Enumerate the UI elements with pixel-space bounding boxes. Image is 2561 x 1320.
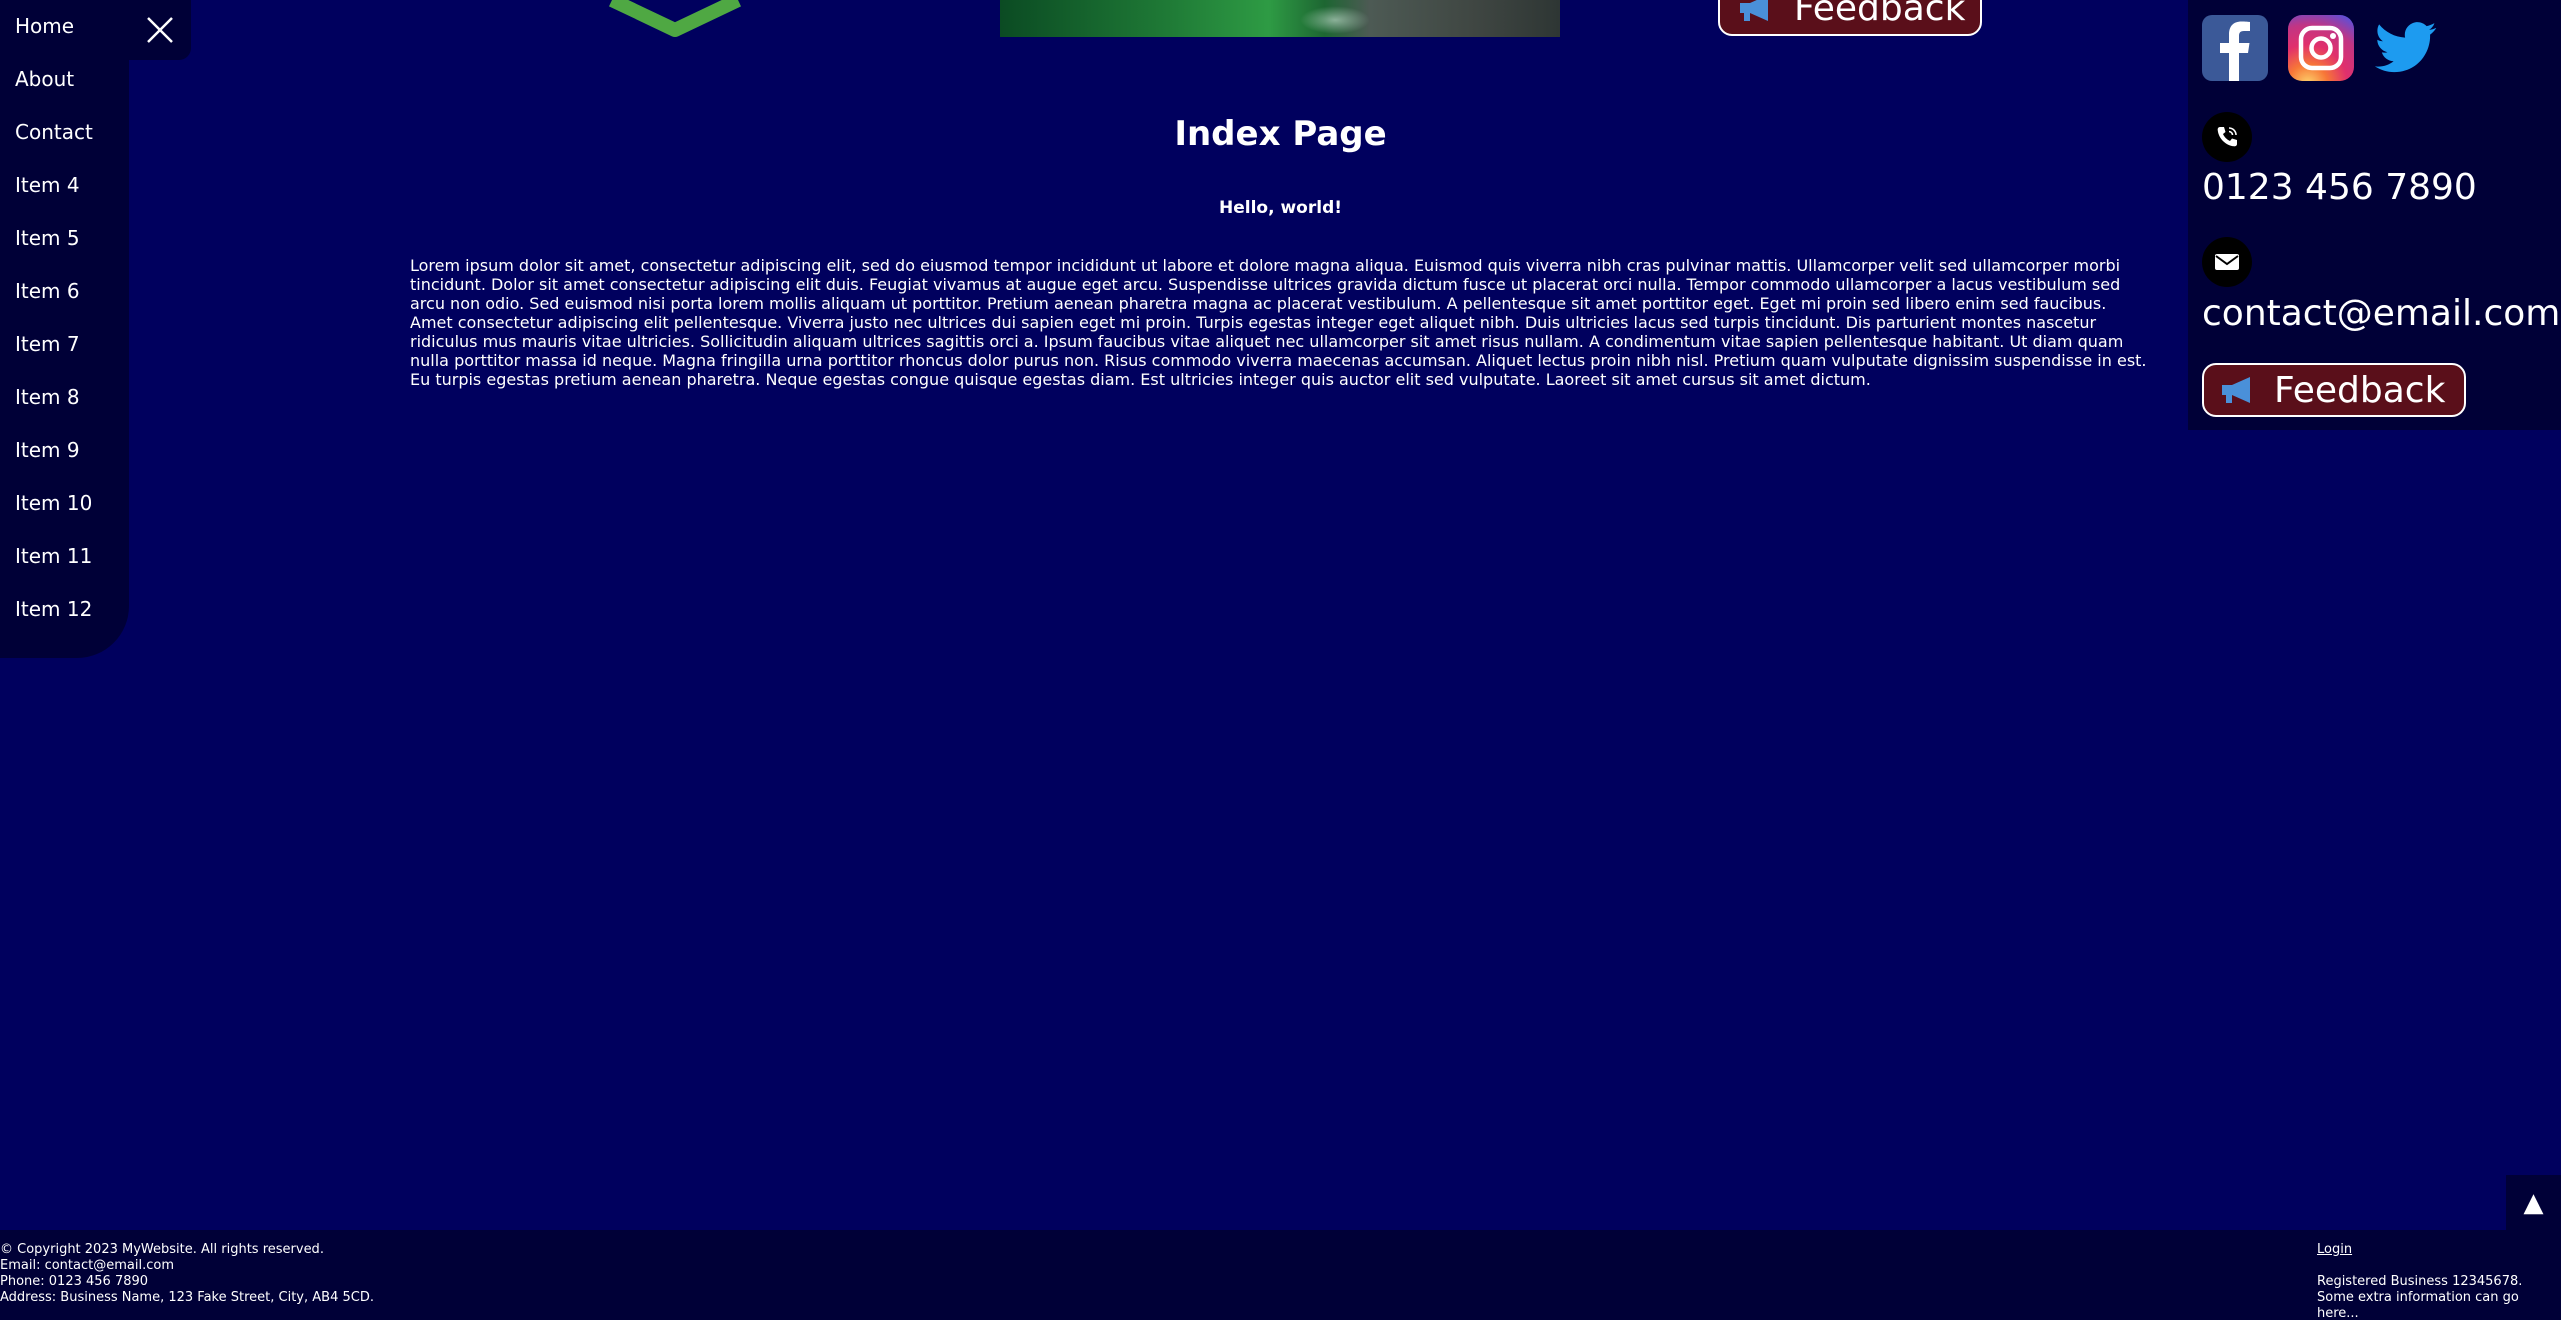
page-subtitle: Hello, world! — [1219, 198, 1342, 218]
contact-phone[interactable]: 0123 456 7890 — [2202, 167, 2477, 208]
nav-item-home[interactable]: Home — [0, 0, 129, 53]
nav-item-6[interactable]: Item 6 — [0, 265, 129, 318]
instagram-icon[interactable] — [2288, 15, 2354, 81]
footer-email: Email: contact@email.com — [0, 1258, 174, 1273]
feedback-label: Feedback — [2274, 369, 2446, 411]
megaphone-icon — [1740, 0, 1768, 21]
close-menu-button[interactable] — [129, 0, 191, 60]
nav-item-8[interactable]: Item 8 — [0, 371, 129, 424]
close-icon — [147, 17, 173, 43]
feedback-button-top[interactable]: Feedback — [1718, 0, 1982, 36]
footer-registered: Registered Business 12345678. — [2317, 1274, 2523, 1289]
footer: © Copyright 2023 MyWebsite. All rights r… — [0, 1230, 2561, 1320]
footer-copyright: © Copyright 2023 MyWebsite. All rights r… — [0, 1242, 324, 1257]
nav-item-5[interactable]: Item 5 — [0, 212, 129, 265]
nav-item-12[interactable]: Item 12 — [0, 583, 129, 636]
megaphone-icon — [2222, 377, 2250, 403]
phone-icon — [2202, 112, 2252, 162]
nav-item-about[interactable]: About — [0, 53, 129, 106]
side-navigation: Home About Contact Item 4 Item 5 Item 6 … — [0, 0, 129, 658]
nav-item-11[interactable]: Item 11 — [0, 530, 129, 583]
nav-item-9[interactable]: Item 9 — [0, 424, 129, 477]
hero-image — [1000, 0, 1560, 37]
feedback-label: Feedback — [1794, 0, 1966, 29]
body-text: Lorem ipsum dolor sit amet, consectetur … — [410, 256, 2147, 389]
footer-extra-info: Some extra information can go here... — [2317, 1290, 2519, 1320]
feedback-button[interactable]: Feedback — [2202, 363, 2466, 417]
page-title: Index Page — [1174, 114, 1387, 154]
page: Home About Contact Item 4 Item 5 Item 6 … — [0, 0, 2561, 1320]
arrow-up-icon: ▲ — [2523, 1187, 2544, 1218]
logo-icon — [608, 0, 742, 37]
contact-panel: 0123 456 7890 contact@email.com Feedback — [2188, 0, 2561, 430]
twitter-icon[interactable] — [2374, 15, 2440, 81]
nav-item-10[interactable]: Item 10 — [0, 477, 129, 530]
footer-phone: Phone: 0123 456 7890 — [0, 1274, 149, 1289]
login-link[interactable]: Login — [2317, 1242, 2561, 1258]
footer-extra: Login Registered Business 12345678. Some… — [2317, 1242, 2561, 1320]
nav-item-7[interactable]: Item 7 — [0, 318, 129, 371]
footer-info: © Copyright 2023 MyWebsite. All rights r… — [0, 1242, 374, 1306]
facebook-icon[interactable] — [2202, 15, 2268, 81]
email-icon — [2202, 237, 2252, 287]
contact-email[interactable]: contact@email.com — [2202, 293, 2560, 334]
scroll-to-top-button[interactable]: ▲ — [2506, 1175, 2561, 1230]
footer-address: Address: Business Name, 123 Fake Street,… — [0, 1290, 374, 1305]
